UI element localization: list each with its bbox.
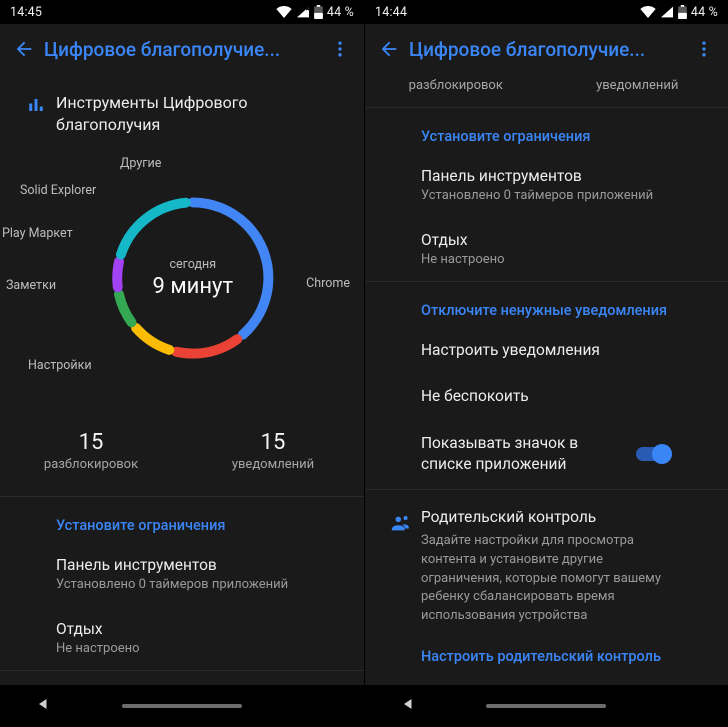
item-manage-notifications[interactable]: Настроить уведомления xyxy=(365,327,728,373)
tools-header: Инструменты Цифрового благополучия xyxy=(0,74,364,148)
nav-home-pill[interactable] xyxy=(122,704,242,708)
stats-captions: разблокировок уведомлений xyxy=(365,74,728,107)
status-battery: 44 % xyxy=(327,5,354,20)
parental-desc: Задайте настройки для просмотра контента… xyxy=(421,532,672,626)
item-winddown[interactable]: Отдых Не настроено xyxy=(0,606,364,670)
parental-title: Родительский контроль xyxy=(421,508,672,526)
battery-icon xyxy=(314,5,323,19)
overflow-menu-button[interactable] xyxy=(320,29,360,69)
screen-left: 14:45 44 % Цифровое благополучие... xyxy=(0,0,364,727)
item-dashboard-sub: Установлено 0 таймеров приложений xyxy=(56,577,308,592)
stat-notifications-label: уведомлений xyxy=(182,457,364,472)
switch-show-icon-on[interactable] xyxy=(636,444,672,464)
section-disable-notif: Отключите ненужные уведомления xyxy=(365,282,728,327)
item-dashboard-title: Панель инструментов xyxy=(421,167,672,185)
item-winddown-sub: Не настроено xyxy=(421,252,672,267)
status-time: 14:44 xyxy=(375,5,407,20)
item-winddown-title: Отдых xyxy=(56,620,308,638)
nav-bar xyxy=(365,685,728,727)
back-button[interactable] xyxy=(4,29,44,69)
chart-label-chrome: Chrome xyxy=(306,276,350,291)
content-area[interactable]: разблокировок уведомлений Установите огр… xyxy=(365,74,728,685)
wifi-icon xyxy=(276,6,292,18)
stats-row: 15 разблокировок 15 уведомлений xyxy=(0,408,364,496)
item-dashboard[interactable]: Панель инструментов Установлено 0 таймер… xyxy=(365,153,728,217)
bar-chart-icon xyxy=(16,92,56,114)
stat-notifications-value: 15 xyxy=(182,430,364,455)
screen-right: 14:44 44 % Цифровое благополучие... разб… xyxy=(364,0,728,727)
chart-label-play: Play Маркет xyxy=(2,226,73,241)
chart-label-settings: Настройки xyxy=(28,358,92,373)
stat-unlocks-value: 15 xyxy=(0,430,182,455)
battery-icon xyxy=(678,5,687,19)
wifi-icon xyxy=(640,6,656,18)
donut-center: сегодня 9 минут xyxy=(103,188,283,368)
signal-icon xyxy=(296,6,310,18)
nav-home-pill[interactable] xyxy=(486,704,606,708)
item-manage-notifications-title: Настроить уведомления xyxy=(421,341,672,359)
status-icons: 44 % xyxy=(640,5,718,20)
nav-back-button[interactable] xyxy=(399,694,419,718)
item-winddown-sub: Не настроено xyxy=(56,641,308,656)
tools-header-title: Инструменты Цифрового благополучия xyxy=(56,92,348,136)
cap-unlocks: разблокировок xyxy=(365,78,547,93)
section-set-limits: Установите ограничения xyxy=(0,497,364,542)
usage-donut-chart[interactable]: сегодня 9 минут Chrome Настройки Заметки… xyxy=(0,148,364,408)
page-title: Цифровое благополучие... xyxy=(409,38,684,61)
status-battery: 44 % xyxy=(691,5,718,20)
nav-back-button[interactable] xyxy=(34,694,54,718)
back-button[interactable] xyxy=(369,29,409,69)
parental-setup-link[interactable]: Настроить родительский контроль xyxy=(365,632,728,685)
chart-label-notes: Заметки xyxy=(6,278,56,293)
nav-bar xyxy=(0,685,364,727)
overflow-menu-button[interactable] xyxy=(684,29,724,69)
status-time: 14:45 xyxy=(10,5,42,20)
item-winddown[interactable]: Отдых Не настроено xyxy=(365,217,728,281)
chart-label-others: Другие xyxy=(120,156,161,171)
family-icon xyxy=(381,508,421,626)
donut-period: сегодня xyxy=(169,257,216,272)
item-winddown-title: Отдых xyxy=(421,231,672,249)
item-dashboard[interactable]: Панель инструментов Установлено 0 таймер… xyxy=(0,542,364,606)
section-disable-notif: Отключите ненужные уведомления xyxy=(0,671,364,685)
stat-unlocks[interactable]: 15 разблокировок xyxy=(0,430,182,472)
status-bar: 14:45 44 % xyxy=(0,0,364,24)
signal-icon xyxy=(660,6,674,18)
app-bar: Цифровое благополучие... xyxy=(0,24,364,74)
donut-value: 9 минут xyxy=(153,274,234,299)
cap-notif: уведомлений xyxy=(547,78,728,93)
chart-label-solid: Solid Explorer xyxy=(20,183,96,198)
status-icons: 44 % xyxy=(276,5,354,20)
stat-unlocks-label: разблокировок xyxy=(0,457,182,472)
item-show-icon-label: Показывать значок в списке приложений xyxy=(421,433,636,475)
status-bar: 14:44 44 % xyxy=(365,0,728,24)
item-do-not-disturb[interactable]: Не беспокоить xyxy=(365,373,728,419)
content-area[interactable]: Инструменты Цифрового благополучия сегод… xyxy=(0,74,364,685)
app-bar: Цифровое благополучие... xyxy=(365,24,728,74)
item-dashboard-sub: Установлено 0 таймеров приложений xyxy=(421,188,672,203)
item-dnd-title: Не беспокоить xyxy=(421,387,672,405)
stat-notifications[interactable]: 15 уведомлений xyxy=(182,430,364,472)
section-set-limits: Установите ограничения xyxy=(365,108,728,153)
item-parental-control: Родительский контроль Задайте настройки … xyxy=(365,490,728,632)
item-dashboard-title: Панель инструментов xyxy=(56,556,308,574)
page-title: Цифровое благополучие... xyxy=(44,38,320,61)
item-show-icon-toggle[interactable]: Показывать значок в списке приложений xyxy=(365,419,728,489)
